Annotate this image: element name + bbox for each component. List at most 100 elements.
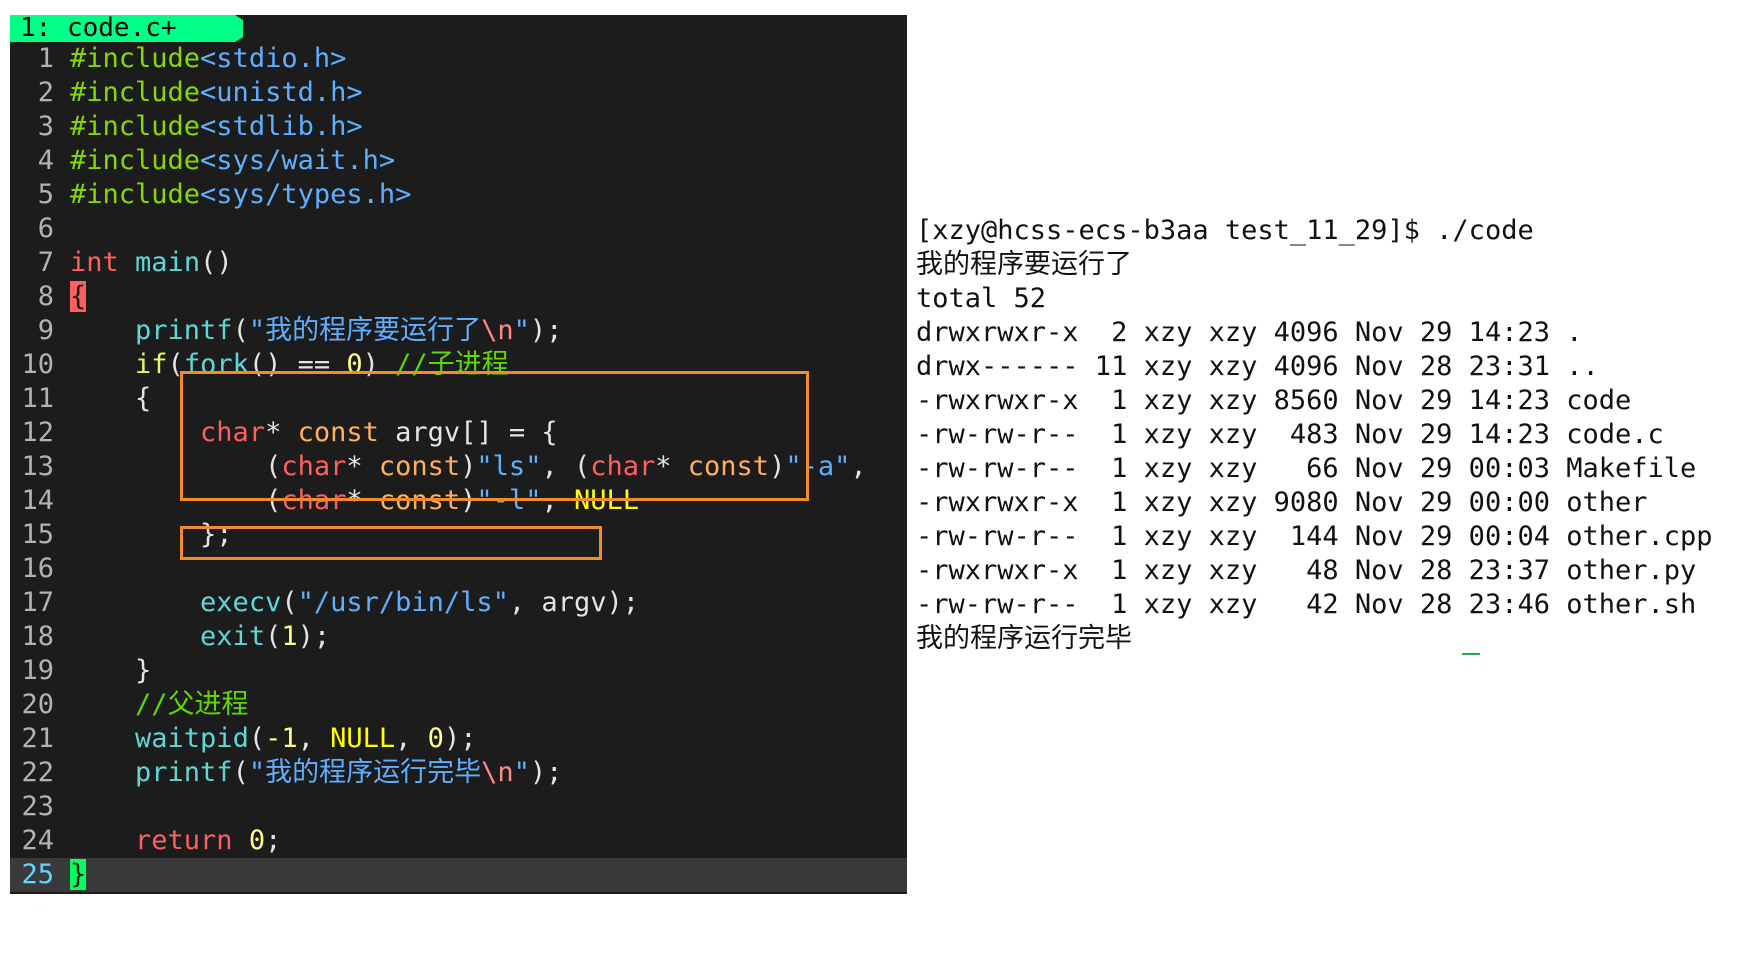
code-line[interactable]: 25} xyxy=(10,858,907,892)
code-line[interactable]: 22 printf("我的程序运行完毕\n"); xyxy=(10,756,907,790)
code-line[interactable]: 17 execv("/usr/bin/ls", argv); xyxy=(10,586,907,620)
code-token: * xyxy=(346,451,379,482)
code-token: #include xyxy=(70,111,201,142)
code-token: -1 xyxy=(265,723,298,754)
code-text[interactable]: printf("我的程序要运行了\n"); xyxy=(70,314,562,348)
code-editor[interactable]: 1: code.c+ 1 #include<stdio.h> 2 #include<u… xyxy=(10,15,907,894)
code-token: * xyxy=(346,485,379,516)
code-line[interactable]: 4 #include<sys/wait.h> xyxy=(10,144,907,178)
terminal-line: -rw-rw-r-- 1 xzy xzy 144 Nov 29 00:04 ot… xyxy=(916,521,1713,552)
code-token: argv[] = { xyxy=(378,417,558,448)
code-line[interactable]: 1 #include<stdio.h> xyxy=(10,42,907,76)
code-line[interactable]: 13 (char* const)"ls", (char* const)"-a", xyxy=(10,450,907,484)
code-line[interactable]: 2 #include<unistd.h> xyxy=(10,76,907,110)
terminal-line: drwxrwxr-x 2 xzy xzy 4096 Nov 29 14:23 . xyxy=(916,317,1583,348)
code-text[interactable]: } xyxy=(70,858,87,892)
code-line[interactable]: 12 char* const argv[] = { xyxy=(10,416,907,450)
terminal-line: drwx------ 11 xzy xzy 4096 Nov 28 23:31 … xyxy=(916,351,1599,382)
code-token: const xyxy=(378,451,461,482)
code-token: ( xyxy=(281,587,298,618)
code-line[interactable]: 24 return 0; xyxy=(10,824,907,858)
code-text[interactable]: { xyxy=(70,382,151,416)
code-text[interactable]: #include<unistd.h> xyxy=(70,76,363,110)
code-token: , xyxy=(850,451,867,482)
code-text[interactable]: exit(1); xyxy=(70,620,330,654)
code-line[interactable]: 11 { xyxy=(10,382,907,416)
code-line[interactable]: 20 //父进程 xyxy=(10,688,907,722)
code-text[interactable]: return 0; xyxy=(70,824,281,858)
line-number: 12 xyxy=(21,417,54,448)
code-line[interactable]: 8{ xyxy=(10,280,907,314)
code-token: ) xyxy=(769,451,786,482)
code-line[interactable]: 5 #include<sys/types.h> xyxy=(10,178,907,212)
code-token: ); xyxy=(443,723,477,754)
code-line[interactable]: 6 xyxy=(10,212,907,246)
terminal-line: -rw-rw-r-- 1 xzy xzy 66 Nov 29 00:03 Mak… xyxy=(916,453,1697,484)
code-text[interactable]: waitpid(-1, NULL, 0); xyxy=(70,722,476,756)
code-token: " xyxy=(513,757,530,788)
code-token: ( xyxy=(70,485,282,516)
code-line[interactable]: 15 }; xyxy=(10,518,907,552)
code-text[interactable]: #include<sys/wait.h> xyxy=(70,144,395,178)
code-token: NULL xyxy=(573,485,639,516)
code-line[interactable]: 18 exit(1); xyxy=(10,620,907,654)
code-line[interactable]: 10 if(fork() == 0) //子进程 xyxy=(10,348,907,382)
code-token: //子进程 xyxy=(395,349,509,380)
line-number: 11 xyxy=(21,383,54,414)
code-text[interactable]: } xyxy=(70,654,151,688)
terminal-line: -rw-rw-r-- 1 xzy xzy 42 Nov 28 23:46 oth… xyxy=(916,589,1697,620)
code-text[interactable]: execv("/usr/bin/ls", argv); xyxy=(70,586,639,620)
code-line[interactable]: 14 (char* const)"-l", NULL xyxy=(10,484,907,518)
code-token: "-a" xyxy=(785,451,851,482)
line-number: 4 xyxy=(37,145,54,176)
code-line[interactable]: 7 int main() xyxy=(10,246,907,280)
code-token: main xyxy=(135,247,201,278)
code-text[interactable]: #include<stdio.h> xyxy=(70,42,346,76)
code-token: ) xyxy=(460,451,477,482)
code-token: ( xyxy=(248,723,266,754)
code-text[interactable]: //父进程 xyxy=(70,688,249,722)
code-token: exit xyxy=(200,621,266,652)
line-number: 17 xyxy=(21,587,54,618)
code-token: printf xyxy=(135,315,233,346)
code-token: #include xyxy=(70,179,201,210)
line-number: 7 xyxy=(37,247,54,278)
code-line[interactable]: 3 #include<stdlib.h> xyxy=(10,110,907,144)
code-text[interactable]: #include<stdlib.h> xyxy=(70,110,363,144)
code-text[interactable]: printf("我的程序运行完毕\n"); xyxy=(70,756,562,790)
code-text[interactable]: { xyxy=(70,280,87,314)
line-number: 1 xyxy=(37,43,54,74)
tab-code-c[interactable]: 1: code.c+ xyxy=(10,15,243,42)
code-token: const xyxy=(378,485,461,516)
code-token: char xyxy=(590,451,656,482)
code-token: ); xyxy=(529,315,563,346)
code-token: "ls" xyxy=(476,451,542,482)
code-text[interactable]: (char* const)"-l", NULL xyxy=(70,484,639,518)
code-token: const xyxy=(687,451,770,482)
code-token: "/usr/bin/ls" xyxy=(297,587,509,618)
code-text[interactable]: #include<sys/types.h> xyxy=(70,178,411,212)
code-line[interactable]: 23 xyxy=(10,790,907,824)
code-lines[interactable]: 1 #include<stdio.h> 2 #include<unistd.h> 3 #i… xyxy=(10,42,907,892)
line-number: 13 xyxy=(21,451,54,482)
code-line[interactable]: 9 printf("我的程序要运行了\n"); xyxy=(10,314,907,348)
code-line[interactable]: 19 } xyxy=(10,654,907,688)
code-token: 0 xyxy=(248,825,266,856)
code-token: "我的程序运行完毕 xyxy=(248,757,482,788)
code-text[interactable]: char* const argv[] = { xyxy=(70,416,558,450)
code-text[interactable]: }; xyxy=(70,518,233,552)
code-line[interactable]: 16 xyxy=(10,552,907,586)
code-token: , argv); xyxy=(508,587,639,618)
line-number: 2 xyxy=(37,77,54,108)
code-line[interactable]: 21 waitpid(-1, NULL, 0); xyxy=(10,722,907,756)
code-text[interactable]: (char* const)"ls", (char* const)"-a", xyxy=(70,450,867,484)
code-token: () == xyxy=(248,349,347,380)
code-text[interactable]: if(fork() == 0) //子进程 xyxy=(70,348,509,382)
code-text[interactable]: int main() xyxy=(70,246,233,280)
code-token: ( xyxy=(167,349,184,380)
